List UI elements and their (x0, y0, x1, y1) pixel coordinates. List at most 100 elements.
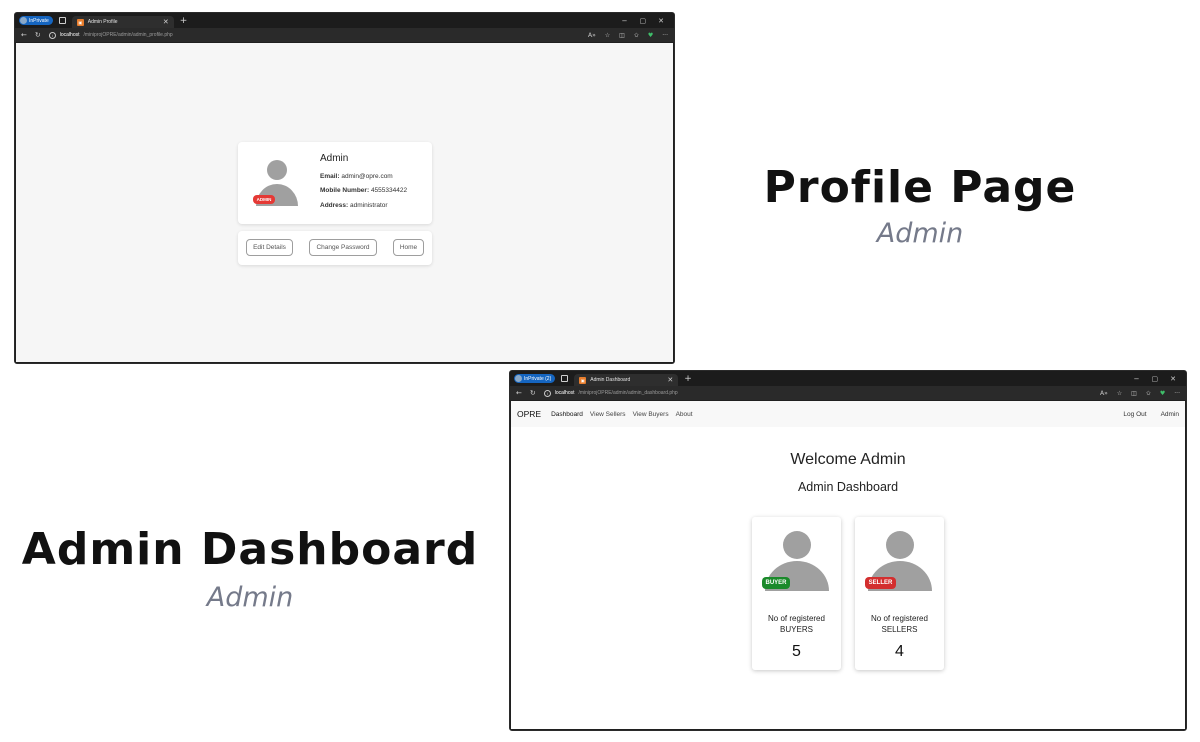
address-bar: ← ↻ i localhost/miniprojOPRE/admin/admin… (510, 386, 1186, 400)
favorite-star-icon[interactable]: ☆ (1117, 390, 1122, 397)
url-host: localhost (554, 390, 575, 396)
inprivate-label: InPrivate (2) (524, 375, 552, 382)
avatar-head-icon (267, 160, 287, 180)
back-icon[interactable]: ← (21, 31, 27, 39)
admin-role-badge: ADMIN (253, 195, 275, 204)
mobile-label: Mobile Number: (320, 187, 370, 194)
browser-tab-admin-profile[interactable]: ▣ Admin Profile ✕ (71, 16, 174, 28)
profile-page-subcaption: Admin (876, 218, 964, 249)
favicon-icon: ▣ (579, 376, 587, 384)
nav-right-group: Log Out Admin (1123, 411, 1179, 418)
read-aloud-icon[interactable]: A» (1100, 390, 1108, 397)
sellers-count: 4 (895, 643, 904, 660)
top-navbar: OPRE Dashboard View Sellers View Buyers … (511, 401, 1185, 427)
admin-user-link[interactable]: Admin (1161, 411, 1179, 418)
url-host: localhost (59, 32, 80, 38)
read-aloud-icon[interactable]: A» (588, 32, 596, 39)
buyer-badge: BUYER (762, 577, 790, 589)
new-tab-icon[interactable]: + (684, 374, 692, 384)
tab-actions-icon[interactable] (58, 17, 66, 24)
favorites-icon[interactable]: ✩ (1146, 390, 1151, 397)
address-row: Address: administrator (320, 202, 388, 209)
address-bar: ← ↻ i localhost/miniprojOPRE/admin/admin… (15, 28, 674, 42)
browser-tools: A» ☆ ◫ ✩ ♥ ··· (1100, 390, 1180, 397)
extension-icon[interactable]: ♥ (648, 32, 653, 39)
url-field[interactable]: i localhost/miniprojOPRE/admin/admin_das… (543, 389, 678, 397)
new-tab-icon[interactable]: + (180, 16, 188, 26)
sellers-stat-card[interactable]: SELLER No of registered SELLERS 4 (855, 517, 944, 670)
split-screen-icon[interactable]: ◫ (619, 32, 625, 39)
profile-card: ADMIN Admin Email: admin@opre.com Mobile… (238, 142, 432, 224)
mobile-value: 4555334422 (370, 187, 408, 194)
profile-avatar-icon (515, 375, 522, 382)
address-value: administrator (350, 202, 388, 209)
close-tab-icon[interactable]: ✕ (163, 18, 169, 26)
nav-link-about[interactable]: About (676, 411, 693, 418)
nav-link-view-sellers[interactable]: View Sellers (590, 411, 626, 418)
url-field[interactable]: i localhost/miniprojOPRE/admin/admin_pro… (48, 31, 173, 39)
refresh-icon[interactable]: ↻ (530, 389, 536, 397)
minimize-icon[interactable]: − (622, 17, 628, 25)
more-icon[interactable]: ··· (662, 32, 668, 39)
inprivate-badge[interactable]: InPrivate (19, 16, 53, 25)
buyers-label-line2: BUYERS (780, 625, 813, 634)
close-window-icon[interactable]: ✕ (1170, 375, 1176, 383)
close-tab-icon[interactable]: ✕ (667, 376, 673, 384)
site-info-icon[interactable]: i (48, 31, 56, 39)
tab-actions-icon[interactable] (561, 375, 569, 382)
buyers-count: 5 (792, 643, 801, 660)
inprivate-badge[interactable]: InPrivate (2) (514, 374, 556, 383)
tab-bar: InPrivate ▣ Admin Profile ✕ + − ▢ ✕ (15, 13, 674, 28)
profile-page-caption: Profile Page (763, 162, 1077, 213)
buyers-label-line1: No of registered (768, 614, 825, 623)
brand-logo[interactable]: OPRE (517, 409, 541, 419)
address-label: Address: (320, 202, 349, 209)
favicon-icon: ▣ (76, 18, 84, 26)
admin-dashboard-caption: Admin Dashboard (21, 524, 479, 575)
edit-details-button[interactable]: Edit Details (246, 239, 293, 256)
email-row: Email: admin@opre.com (320, 173, 393, 180)
back-icon[interactable]: ← (516, 389, 522, 397)
split-screen-icon[interactable]: ◫ (1131, 390, 1137, 397)
buyers-stat-card[interactable]: BUYER No of registered BUYERS 5 (752, 517, 841, 670)
seller-badge: SELLER (865, 577, 896, 589)
profile-name: Admin (320, 153, 349, 164)
extension-icon[interactable]: ♥ (1160, 390, 1165, 397)
window-controls: − ▢ ✕ (622, 17, 670, 25)
more-icon[interactable]: ··· (1174, 390, 1180, 397)
browser-tab-admin-dashboard[interactable]: ▣ Admin Dashboard ✕ (574, 374, 679, 386)
avatar-head-icon (886, 531, 914, 559)
change-password-button[interactable]: Change Password (309, 239, 377, 256)
url-path: /miniprojOPRE/admin/admin_profile.php (83, 32, 173, 38)
home-button[interactable]: Home (393, 239, 424, 256)
dashboard-viewport: OPRE Dashboard View Sellers View Buyers … (511, 401, 1185, 729)
profile-actions-card: Edit Details Change Password Home (238, 231, 432, 265)
favorites-icon[interactable]: ✩ (634, 32, 639, 39)
url-path: /miniprojOPRE/admin/admin_dashboard.php (578, 390, 678, 396)
sellers-label: No of registered SELLERS (855, 613, 944, 635)
dashboard-browser-window: InPrivate (2) ▣ Admin Dashboard ✕ + − ▢ … (509, 370, 1187, 731)
profile-avatar-icon (20, 17, 27, 24)
logout-link[interactable]: Log Out (1123, 411, 1146, 418)
avatar-head-icon (783, 531, 811, 559)
tab-bar: InPrivate (2) ▣ Admin Dashboard ✕ + − ▢ … (510, 371, 1186, 386)
window-controls: − ▢ ✕ (1134, 375, 1182, 383)
dashboard-heading: Admin Dashboard (797, 480, 899, 494)
tab-title: Admin Dashboard (590, 377, 631, 383)
browser-tools: A» ☆ ◫ ✩ ♥ ··· (588, 32, 668, 39)
nav-link-view-buyers[interactable]: View Buyers (633, 411, 669, 418)
favorite-star-icon[interactable]: ☆ (605, 32, 610, 39)
restore-icon[interactable]: ▢ (640, 17, 647, 25)
admin-dashboard-subcaption: Admin (206, 582, 294, 613)
mobile-row: Mobile Number: 4555334422 (320, 187, 407, 194)
sellers-label-line1: No of registered (871, 614, 928, 623)
profile-viewport: ADMIN Admin Email: admin@opre.com Mobile… (16, 43, 673, 362)
restore-icon[interactable]: ▢ (1152, 375, 1159, 383)
close-window-icon[interactable]: ✕ (658, 17, 664, 25)
buyers-label: No of registered BUYERS (752, 613, 841, 635)
nav-link-dashboard[interactable]: Dashboard (551, 411, 583, 418)
email-value: admin@opre.com (341, 173, 393, 180)
minimize-icon[interactable]: − (1134, 375, 1140, 383)
refresh-icon[interactable]: ↻ (35, 31, 41, 39)
site-info-icon[interactable]: i (543, 389, 551, 397)
